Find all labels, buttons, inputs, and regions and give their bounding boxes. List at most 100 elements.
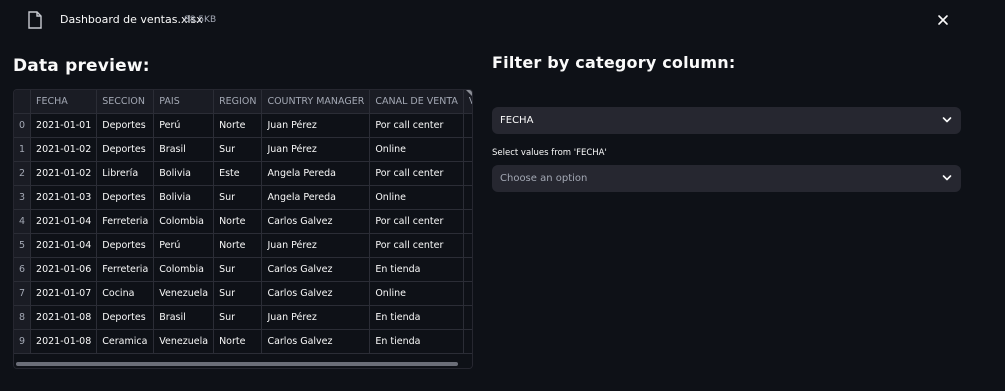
table-row[interactable]: 2 2021-01-02 Librería Bolivia Este Angela Per… — [14, 161, 472, 186]
table-cell[interactable]: Norte — [213, 233, 263, 258]
table-cell[interactable]: Juan Pérez — [261, 305, 371, 330]
column-select[interactable]: FECHA — [492, 107, 961, 134]
table-resize-icon[interactable] — [466, 90, 472, 96]
table-cell[interactable]: En tienda — [369, 257, 464, 282]
table-cell[interactable]: Juan Pérez — [261, 113, 371, 138]
table-cell[interactable]: Carlos Galvez — [261, 281, 371, 306]
table-cell[interactable]: Online — [369, 185, 464, 210]
table-cell[interactable]: Venezuela — [153, 281, 215, 306]
row-index: 8 — [14, 305, 32, 330]
table-row[interactable]: 8 2021-01-08 Deportes Brasil Sur Juan Pérez En… — [14, 305, 472, 330]
row-index: 2 — [14, 161, 32, 186]
table-cell[interactable]: Por call center — [369, 233, 464, 258]
column-header[interactable]: FECHA — [30, 90, 98, 114]
table-cell[interactable]: Cocina — [96, 281, 155, 306]
table-cell[interactable]: Carlos Galvez — [261, 209, 371, 234]
table-cell[interactable]: Brasil — [153, 305, 215, 330]
table-cell[interactable]: 2021-01-06 — [30, 257, 98, 282]
scrollbar-thumb[interactable] — [16, 362, 458, 366]
table-row[interactable]: 1 2021-01-02 Deportes Brasil Sur Juan Pérez On… — [14, 137, 472, 162]
table-cell[interactable]: 2021-01-08 — [30, 305, 98, 330]
table-cell[interactable]: Norte — [213, 209, 263, 234]
table-cell[interactable]: Sur — [213, 281, 263, 306]
table-cell[interactable]: 9,343 — [463, 305, 472, 330]
column-header[interactable]: REGION — [213, 90, 263, 114]
table-cell[interactable]: Venezuela — [153, 329, 215, 354]
table-cell[interactable]: 2021-01-03 — [30, 185, 98, 210]
table-cell[interactable]: Norte — [213, 329, 263, 354]
table-cell[interactable]: Brasil — [153, 137, 215, 162]
table-cell[interactable]: Deportes — [96, 137, 155, 162]
table-cell[interactable]: Online — [369, 281, 464, 306]
table-cell[interactable]: Juan Pérez — [261, 233, 371, 258]
table-cell[interactable]: 3,981 — [463, 233, 472, 258]
table-cell[interactable]: Por call center — [369, 209, 464, 234]
table-cell[interactable]: 2021-01-07 — [30, 281, 98, 306]
table-cell[interactable]: 2021-01-04 — [30, 233, 98, 258]
table-cell[interactable]: Angela Pereda — [261, 185, 371, 210]
table-cell[interactable]: 2021-01-02 — [30, 161, 98, 186]
table-cell[interactable]: Norte — [213, 113, 263, 138]
table-cell[interactable]: Deportes — [96, 185, 155, 210]
row-index: 6 — [14, 257, 32, 282]
table-cell[interactable]: Online — [369, 137, 464, 162]
table-row[interactable]: 5 2021-01-04 Deportes Perú Norte Juan Pérez Po… — [14, 233, 472, 258]
table-cell[interactable]: 351 — [463, 161, 472, 186]
table-cell[interactable]: Bolivia — [153, 185, 215, 210]
table-cell[interactable]: Por call center — [369, 161, 464, 186]
table-cell[interactable]: 2021-01-02 — [30, 137, 98, 162]
data-preview-table[interactable]: FECHA SECCION PAIS REGION COUNTRY MANAGER CAN… — [13, 89, 473, 369]
table-cell[interactable]: Angela Pereda — [261, 161, 371, 186]
table-cell[interactable]: Ceramica — [96, 329, 155, 354]
table-cell[interactable]: 4,943 — [463, 209, 472, 234]
table-cell[interactable]: Deportes — [96, 113, 155, 138]
table-cell[interactable]: En tienda — [369, 305, 464, 330]
table-cell[interactable]: Ferreteria — [96, 257, 155, 282]
close-icon[interactable] — [934, 11, 952, 29]
filter-title: Filter by category column: — [492, 53, 736, 72]
table-cell[interactable]: Colombia — [153, 209, 215, 234]
column-header[interactable]: PAIS — [153, 90, 215, 114]
table-cell[interactable]: Este — [213, 161, 263, 186]
table-cell[interactable]: Librería — [96, 161, 155, 186]
table-cell[interactable]: 6,099 — [463, 185, 472, 210]
file-icon — [28, 11, 42, 29]
table-cell[interactable]: Sur — [213, 137, 263, 162]
table-cell[interactable]: En tienda — [369, 329, 464, 354]
table-cell[interactable]: Carlos Galvez — [261, 257, 371, 282]
table-cell[interactable]: Deportes — [96, 233, 155, 258]
column-select-value: FECHA — [500, 115, 534, 126]
table-cell[interactable]: Sur — [213, 257, 263, 282]
table-cell[interactable]: 2021-01-08 — [30, 329, 98, 354]
table-cell[interactable]: 1,484 — [463, 281, 472, 306]
table-row[interactable]: 4 2021-01-04 Ferreteria Colombia Norte Carlos… — [14, 209, 472, 234]
column-header[interactable]: COUNTRY MANAGER — [261, 90, 371, 114]
table-cell[interactable]: Sur — [213, 185, 263, 210]
column-header[interactable]: SECCION — [96, 90, 155, 114]
horizontal-scrollbar[interactable] — [14, 360, 472, 368]
table-cell[interactable]: Perú — [153, 113, 215, 138]
table-row[interactable]: 3 2021-01-03 Deportes Bolivia Sur Angela Pere… — [14, 185, 472, 210]
table-cell[interactable]: Deportes — [96, 305, 155, 330]
table-cell[interactable]: Sur — [213, 305, 263, 330]
table-row[interactable]: 9 2021-01-08 Ceramica Venezuela Norte Carlos … — [14, 329, 472, 354]
table-cell[interactable]: 8,056 — [463, 329, 472, 354]
table-cell[interactable]: Juan Pérez — [261, 137, 371, 162]
table-row[interactable]: 0 2021-01-01 Deportes Perú Norte Juan Pérez Po… — [14, 113, 472, 138]
table-cell[interactable]: Colombia — [153, 257, 215, 282]
table-cell[interactable]: Perú — [153, 233, 215, 258]
table-row[interactable]: 7 2021-01-07 Cocina Venezuela Sur Carlos Galv… — [14, 281, 472, 306]
row-index: 0 — [14, 113, 32, 138]
table-cell[interactable]: Por call center — [369, 113, 464, 138]
table-cell[interactable]: Bolivia — [153, 161, 215, 186]
table-cell[interactable]: Ferreteria — [96, 209, 155, 234]
table-cell[interactable]: Carlos Galvez — [261, 329, 371, 354]
table-cell[interactable]: 3,742 — [463, 257, 472, 282]
table-cell[interactable]: 9,673 — [463, 137, 472, 162]
table-cell[interactable]: 2021-01-04 — [30, 209, 98, 234]
table-cell[interactable]: 13,200 — [463, 113, 472, 138]
table-row[interactable]: 6 2021-01-06 Ferreteria Colombia Sur Carlos G… — [14, 257, 472, 282]
column-header[interactable]: CANAL DE VENTA — [369, 90, 464, 114]
table-cell[interactable]: 2021-01-01 — [30, 113, 98, 138]
values-multiselect[interactable]: Choose an option — [492, 165, 961, 192]
